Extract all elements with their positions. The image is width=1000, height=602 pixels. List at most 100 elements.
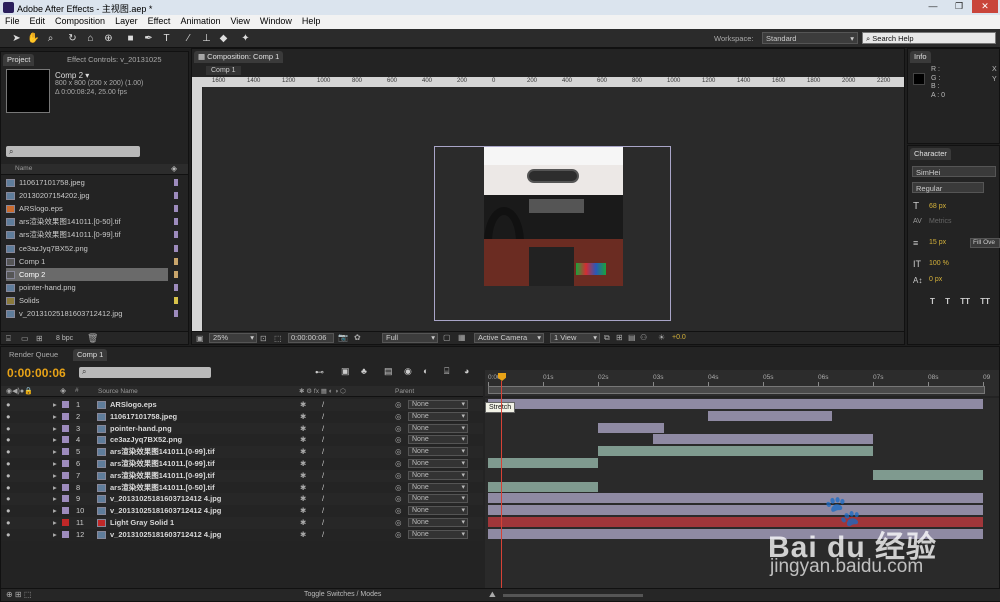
layer-duration-bar[interactable] [708, 410, 832, 421]
selection-tool-icon[interactable]: ➤ [10, 32, 23, 45]
label-color-swatch[interactable] [174, 179, 178, 186]
quality-switch-icon[interactable]: / [322, 470, 324, 482]
layer-label-color[interactable] [62, 401, 69, 408]
layer-label-color[interactable] [62, 424, 69, 432]
pen-tool-icon[interactable]: ✒ [142, 32, 155, 45]
parent-select[interactable]: None ▾ [408, 494, 468, 504]
expand-triangle-icon[interactable]: ▸ [53, 446, 57, 458]
eye-icon[interactable]: ● [6, 529, 11, 541]
menu-view[interactable]: View [225, 15, 254, 26]
project-item[interactable]: 20130207154202.jpg [6, 189, 178, 202]
type-tool-icon[interactable]: T [160, 32, 173, 45]
label-color-swatch[interactable] [174, 257, 178, 265]
current-time-display[interactable]: 0:00:00:06 [7, 366, 66, 380]
menu-help[interactable]: Help [297, 15, 326, 26]
quality-switch-icon[interactable]: / [322, 529, 324, 541]
expand-triangle-icon[interactable]: ▸ [53, 529, 57, 541]
layer-duration-bar[interactable] [598, 422, 664, 433]
eye-icon[interactable]: ● [6, 423, 11, 435]
layer-label-color[interactable] [62, 483, 69, 491]
work-area-bar[interactable] [488, 386, 985, 394]
layer-source-name[interactable]: ars渲染效果图141011.[0-50].tif [110, 482, 215, 494]
comp-subtab[interactable]: Comp 1 [206, 66, 241, 75]
pick-whip-icon[interactable]: ◎ [395, 493, 402, 505]
project-item[interactable]: Comp 2 [6, 267, 178, 281]
timeline-icon[interactable]: ▤ [628, 333, 636, 342]
name-column-header[interactable]: Name [15, 165, 32, 172]
quality-switch-icon[interactable]: / [322, 517, 324, 529]
layer-label-color[interactable] [62, 530, 69, 538]
layer-label-color[interactable] [62, 448, 69, 456]
shy-switch-icon[interactable]: ✱ [300, 505, 306, 517]
eye-icon[interactable]: ● [6, 399, 11, 411]
stroke-width-value[interactable]: 15 px [929, 239, 946, 246]
project-item[interactable]: ARSlogo.eps [6, 202, 178, 215]
menu-layer[interactable]: Layer [110, 15, 143, 26]
layer-row[interactable]: ● ▸ 3 pointer-hand.png ✱ / ◎ None ▾ [1, 422, 483, 435]
menu-file[interactable]: File [0, 15, 25, 26]
tab-info[interactable]: Info [910, 51, 931, 63]
zoom-out-icon[interactable]: ⛰ [489, 590, 496, 600]
expand-triangle-icon[interactable]: ▸ [53, 411, 57, 423]
label-color-swatch[interactable] [174, 231, 178, 239]
new-folder-icon[interactable]: ▭ [21, 334, 29, 343]
graph-editor-icon[interactable]: ⌸ [444, 366, 449, 377]
eye-icon[interactable]: ● [6, 493, 11, 505]
quality-switch-icon[interactable]: / [322, 434, 324, 446]
show-channel-icon[interactable]: ✿ [354, 333, 361, 342]
quality-switch-icon[interactable]: / [322, 423, 324, 435]
small-caps-button[interactable]: TT [980, 297, 990, 306]
quality-switch-icon[interactable]: / [322, 399, 324, 411]
font-size-value[interactable]: 68 px [929, 203, 946, 210]
layer-duration-bar[interactable] [488, 399, 983, 409]
kerning-value[interactable]: Metrics [929, 218, 952, 225]
eye-icon[interactable]: ● [6, 470, 11, 482]
label-color-swatch[interactable] [174, 270, 178, 278]
mask-visibility-icon[interactable]: ⬚ [274, 334, 282, 343]
layer-source-name[interactable]: ars渲染效果图141011.[0-99].tif [110, 458, 215, 470]
parent-select[interactable]: None ▾ [408, 411, 468, 421]
exposure-icon[interactable]: ☀ [658, 333, 665, 342]
pixel-aspect-icon[interactable]: ⧉ [604, 333, 610, 343]
close-button[interactable]: ✕ [972, 0, 998, 13]
expand-triangle-icon[interactable]: ▸ [53, 482, 57, 494]
layer-source-name[interactable]: v_20131025181603712412 4.jpg [110, 529, 221, 541]
quality-switch-icon[interactable]: / [322, 458, 324, 470]
eye-icon[interactable]: ● [6, 411, 11, 423]
font-family-select[interactable]: SimHei [912, 166, 996, 177]
comp-mini-flowchart-icon[interactable]: ⊷ [315, 367, 324, 378]
shy-switch-icon[interactable]: ✱ [300, 458, 306, 470]
layer-row[interactable]: ● ▸ 9 v_20131025181603712412 4.jpg ✱ / ◎ None ▾ [1, 493, 483, 506]
layer-row[interactable]: ● ▸ 2 110617101758.jpeg ✱ / ◎ None ▾ [1, 410, 483, 423]
layer-duration-bar[interactable] [488, 493, 983, 504]
pick-whip-icon[interactable]: ◎ [395, 482, 402, 494]
source-name-header[interactable]: Source Name [98, 388, 138, 395]
layer-row[interactable]: ● ▸ 6 ars渲染效果图141011.[0-99].tif ✱ / ◎ None ▾ [1, 458, 483, 470]
quality-switch-icon[interactable]: / [322, 482, 324, 494]
shy-switch-icon[interactable]: ✱ [300, 423, 306, 435]
faux-italic-button[interactable]: T [945, 297, 950, 306]
layer-label-color[interactable] [62, 460, 69, 467]
layer-label-color[interactable] [62, 507, 69, 515]
motion-blur-icon[interactable]: ◉ [404, 366, 412, 377]
shy-switch-icon[interactable]: ✱ [300, 493, 306, 505]
brush-tool-icon[interactable]: ⁄ [182, 32, 195, 45]
pick-whip-icon[interactable]: ◎ [395, 423, 402, 435]
rectangle-tool-icon[interactable]: ■ [124, 32, 137, 45]
project-item[interactable]: v_20131025181603712412.jpg [6, 307, 178, 320]
expand-triangle-icon[interactable]: ▸ [53, 458, 57, 470]
parent-select[interactable]: None ▾ [408, 506, 468, 516]
layer-source-name[interactable]: v_20131025181603712412 4.jpg [110, 493, 221, 505]
parent-select[interactable]: None ▾ [408, 529, 468, 539]
label-color-swatch[interactable] [174, 218, 178, 226]
pick-whip-icon[interactable]: ◎ [395, 529, 402, 541]
layer-source-name[interactable]: pointer-hand.png [110, 423, 172, 435]
parent-select[interactable]: None ▾ [408, 482, 468, 492]
new-comp-icon[interactable]: ⊞ [36, 334, 43, 343]
brainstorm-icon[interactable]: ◐ [423, 366, 428, 376]
trash-icon[interactable]: 🗑 [87, 333, 98, 344]
layer-row[interactable]: ● ▸ 10 v_20131025181603712412 4.jpg ✱ / ◎ None ▾ [1, 505, 483, 517]
expand-triangle-icon[interactable]: ▸ [53, 517, 57, 529]
parent-select[interactable]: None ▾ [408, 435, 468, 445]
parent-select[interactable]: None ▾ [408, 518, 468, 527]
